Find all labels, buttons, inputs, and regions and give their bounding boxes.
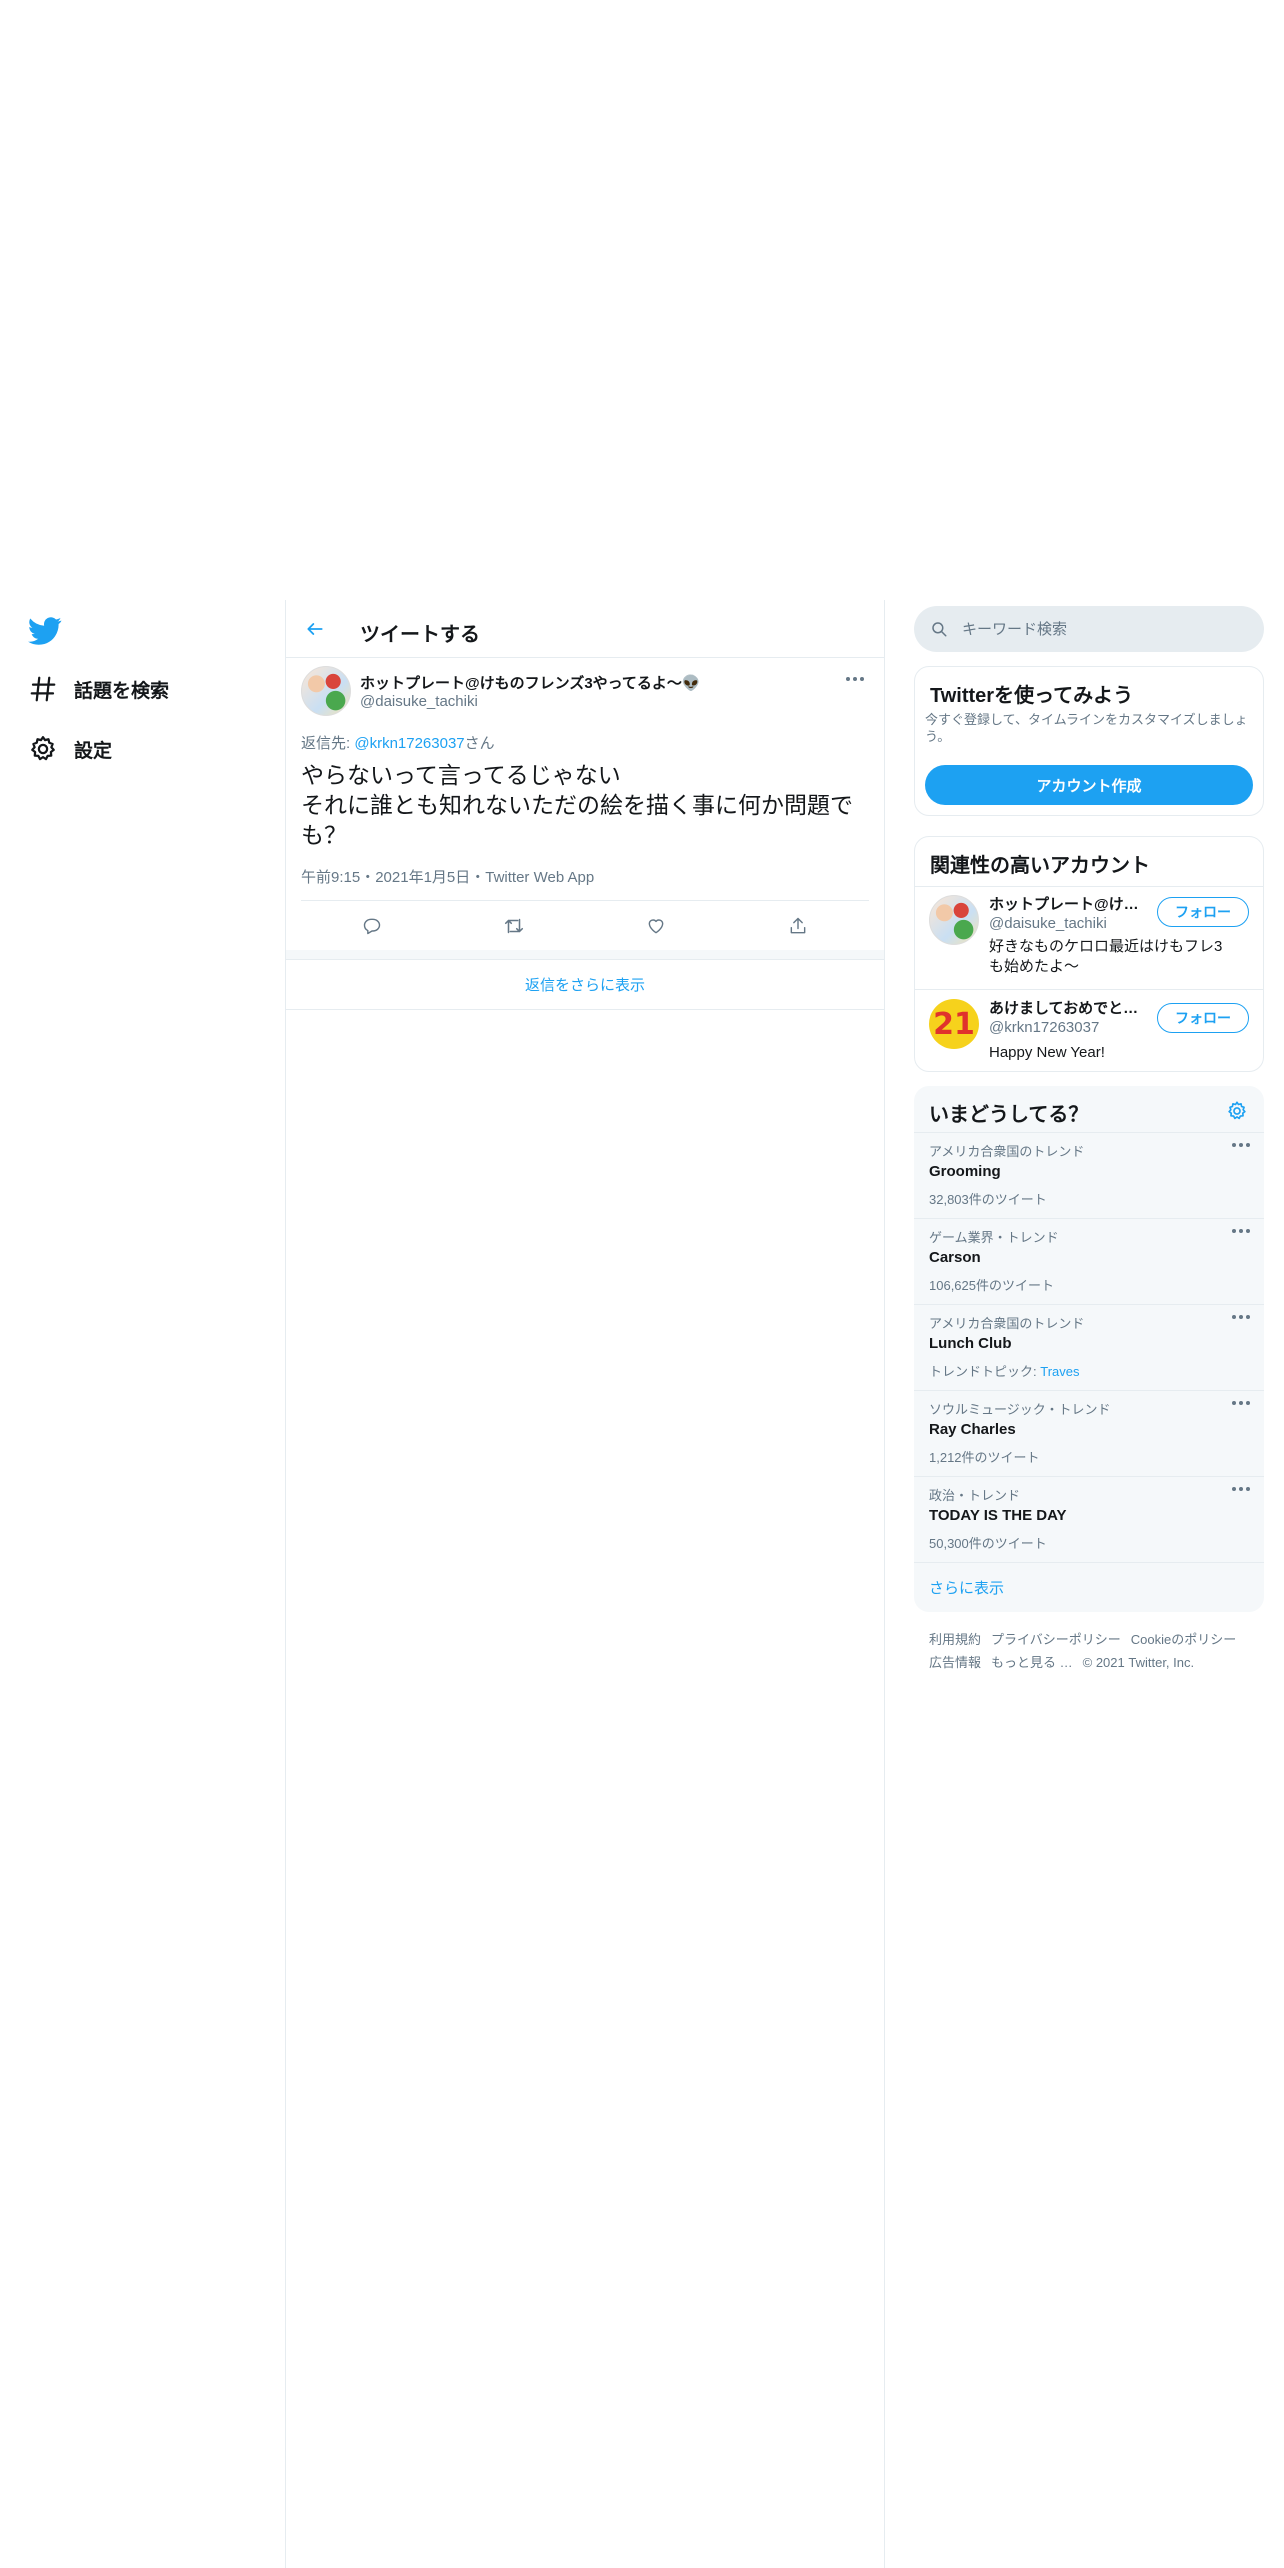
footer-copyright: © 2021 Twitter, Inc. bbox=[1082, 1655, 1195, 1670]
related-account-bio: Happy New Year! bbox=[989, 1044, 1105, 1061]
trend-context: アメリカ合衆国のトレンド bbox=[929, 1316, 1085, 1331]
more-options-icon[interactable] bbox=[1232, 1143, 1250, 1147]
trend-name: TODAY IS THE DAY bbox=[929, 1507, 1067, 1524]
trend-count: 106,625件のツイート bbox=[929, 1278, 1054, 1293]
signup-card: Twitterを使ってみよう 今すぐ登録して、タイムラインをカスタマイズしましょ… bbox=[914, 666, 1264, 816]
search-input[interactable] bbox=[962, 620, 1252, 638]
nav-item-label: 設定 bbox=[74, 740, 113, 762]
column-header: ツイートする bbox=[286, 600, 884, 658]
trend-item[interactable]: ソウルミュージック・トレンド Ray Charles 1,212件のツイート bbox=[914, 1390, 1264, 1476]
reply-to-link[interactable]: @krkn17263037 bbox=[354, 735, 464, 752]
avatar[interactable] bbox=[301, 666, 351, 716]
trend-item[interactable]: 政治・トレンド TODAY IS THE DAY 50,300件のツイート bbox=[914, 1476, 1264, 1562]
trend-item[interactable]: アメリカ合衆国のトレンド Grooming 32,803件のツイート bbox=[914, 1132, 1264, 1218]
search-box[interactable] bbox=[914, 606, 1264, 652]
heart-icon bbox=[646, 916, 666, 936]
page-title: ツイートする bbox=[360, 624, 480, 646]
trend-context: ゲーム業界・トレンド bbox=[929, 1230, 1059, 1245]
trend-topic: トレンドトピック: Traves bbox=[929, 1361, 1079, 1380]
like-button[interactable] bbox=[641, 911, 671, 941]
more-options-icon[interactable] bbox=[1232, 1315, 1250, 1319]
related-account-name[interactable]: あけましておめでとうございます bbox=[989, 997, 1139, 1018]
footer-link-more[interactable]: もっと見る … bbox=[991, 1655, 1073, 1670]
nav-item-settings[interactable]: 設定 bbox=[28, 727, 112, 771]
divider bbox=[915, 989, 1263, 990]
related-accounts-title: 関連性の高いアカウント bbox=[930, 855, 1150, 877]
arrow-left-icon bbox=[305, 619, 325, 639]
retweet-icon bbox=[503, 915, 525, 937]
avatar[interactable]: 21 bbox=[929, 999, 979, 1049]
trend-item[interactable]: アメリカ合衆国のトレンド Lunch Club トレンドトピック: Traves bbox=[914, 1304, 1264, 1390]
divider bbox=[915, 886, 1263, 887]
footer-link-cookies[interactable]: Cookieのポリシー bbox=[1131, 1632, 1236, 1647]
search-icon bbox=[930, 620, 948, 638]
more-options-icon[interactable] bbox=[1232, 1401, 1250, 1405]
related-account-bio: 好きなものケロロ最近はけもフレ3も始めたよ～ bbox=[989, 938, 1223, 975]
avatar[interactable] bbox=[929, 895, 979, 945]
tweet-actions bbox=[301, 900, 869, 950]
reply-icon bbox=[362, 916, 382, 936]
nav-item-label: 話題を検索 bbox=[74, 680, 170, 702]
more-options-icon[interactable] bbox=[846, 672, 866, 686]
reply-to-line: 返信先: @krkn17263037さん bbox=[301, 732, 495, 753]
back-button[interactable] bbox=[300, 614, 330, 644]
divider bbox=[286, 950, 884, 960]
related-account-handle[interactable]: @krkn17263037 bbox=[989, 1019, 1099, 1036]
trend-count: 32,803件のツイート bbox=[929, 1192, 1047, 1207]
trend-name: Lunch Club bbox=[929, 1335, 1012, 1352]
retweet-button[interactable] bbox=[499, 911, 529, 941]
follow-button[interactable]: フォロー bbox=[1157, 897, 1249, 927]
share-icon bbox=[788, 916, 808, 936]
trends-card: いまどうしてる？ アメリカ合衆国のトレンド Grooming 32,803件のツ… bbox=[914, 1086, 1264, 1612]
reply-button[interactable] bbox=[357, 911, 387, 941]
footer-link-ads[interactable]: 広告情報 bbox=[929, 1655, 981, 1670]
trends-title: いまどうしてる？ bbox=[929, 1104, 1089, 1126]
trend-topic-prefix: トレンドトピック: bbox=[929, 1364, 1041, 1379]
gear-icon[interactable] bbox=[1226, 1100, 1250, 1124]
trend-item[interactable]: ゲーム業界・トレンド Carson 106,625件のツイート bbox=[914, 1218, 1264, 1304]
trend-count: 1,212件のツイート bbox=[929, 1450, 1040, 1465]
signup-card-title: Twitterを使ってみよう bbox=[930, 685, 1134, 707]
related-account-handle[interactable]: @daisuke_tachiki bbox=[989, 915, 1107, 932]
nav-item-explore[interactable]: 話題を検索 bbox=[28, 667, 169, 711]
trend-context: アメリカ合衆国のトレンド bbox=[929, 1144, 1085, 1159]
signup-card-description: 今すぐ登録して、タイムラインをカスタマイズしましょう。 bbox=[925, 712, 1248, 744]
hashtag-icon bbox=[28, 674, 58, 704]
trend-name: Carson bbox=[929, 1249, 981, 1266]
show-more-replies-link[interactable]: 返信をさらに表示 bbox=[286, 960, 884, 1010]
tweet-author-handle[interactable]: @daisuke_tachiki bbox=[360, 693, 478, 710]
more-options-icon[interactable] bbox=[1232, 1487, 1250, 1491]
tweet-author-name[interactable]: ホットプレート@けものフレンズ3やってるよ～👽 bbox=[360, 672, 701, 693]
share-button[interactable] bbox=[783, 911, 813, 941]
trend-context: ソウルミュージック・トレンド bbox=[929, 1402, 1111, 1417]
avatar-text: 21 bbox=[933, 1006, 975, 1042]
more-options-icon[interactable] bbox=[1232, 1229, 1250, 1233]
reply-prefix: 返信先: bbox=[301, 735, 355, 752]
trend-name: Ray Charles bbox=[929, 1421, 1016, 1438]
related-account-name[interactable]: ホットプレート@けものフレンズ3やってるよ～👽 bbox=[989, 893, 1139, 914]
footer-link-terms[interactable]: 利用規約 bbox=[929, 1632, 981, 1647]
twitter-logo-icon[interactable] bbox=[28, 614, 62, 648]
trend-count: 50,300件のツイート bbox=[929, 1536, 1047, 1551]
follow-button[interactable]: フォロー bbox=[1157, 1003, 1249, 1033]
create-account-button[interactable]: アカウント作成 bbox=[925, 765, 1253, 805]
main-column: ツイートする ホットプレート@けものフレンズ3やってるよ～👽 @daisuke_… bbox=[285, 600, 885, 2568]
show-more-trends-link[interactable]: さらに表示 bbox=[914, 1562, 1264, 1612]
footer-link-privacy[interactable]: プライバシーポリシー bbox=[991, 1632, 1121, 1647]
reply-suffix: さん bbox=[464, 735, 495, 752]
trend-context: 政治・トレンド bbox=[929, 1488, 1021, 1503]
tweet-meta: 午前9:15・2021年1月5日・Twitter Web App bbox=[301, 869, 595, 886]
related-accounts-card: 関連性の高いアカウント ホットプレート@けものフレンズ3やってるよ～👽 @dai… bbox=[914, 836, 1264, 1072]
trend-name: Grooming bbox=[929, 1163, 1001, 1180]
tweet-text: やらないって言ってるじゃない それに誰とも知れないただの絵を描く事に何か問題でも… bbox=[301, 762, 853, 848]
footer: 利用規約 プライバシーポリシー Cookieのポリシー 広告情報 もっと見る … © 2… bbox=[929, 1628, 1259, 1674]
gear-icon bbox=[28, 734, 58, 764]
trend-topic-link[interactable]: Traves bbox=[1040, 1364, 1079, 1379]
